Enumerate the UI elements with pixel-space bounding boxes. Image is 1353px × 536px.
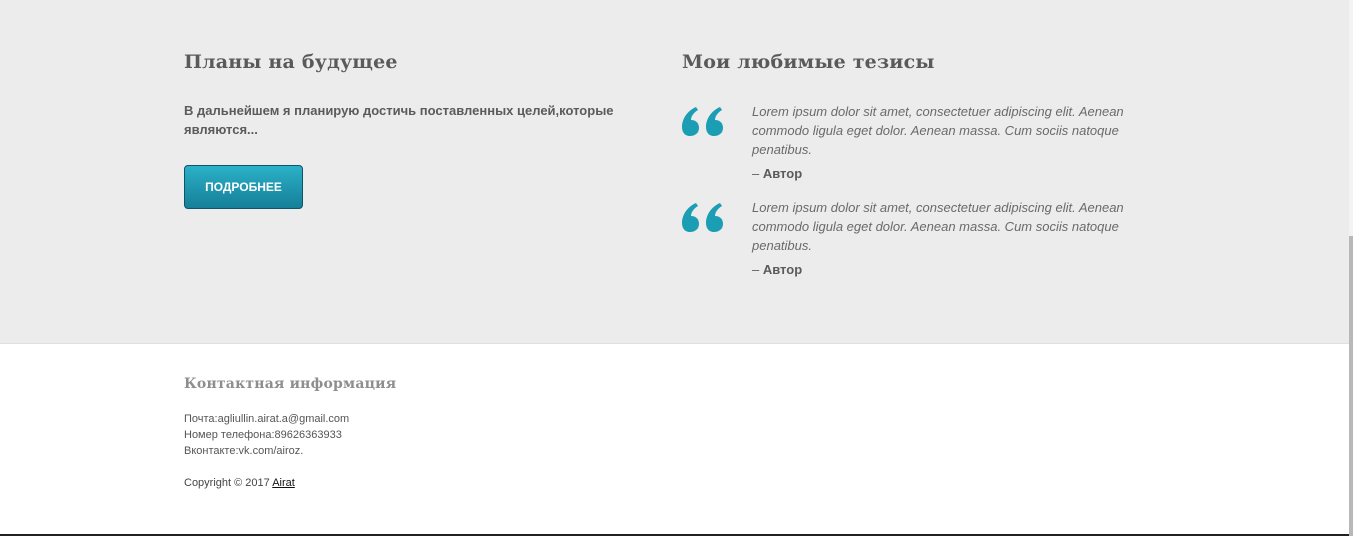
contact-vk: Вконтакте:vk.com/airoz. (184, 445, 304, 457)
more-button[interactable]: ПОДРОБНЕЕ (184, 165, 303, 209)
author-prefix: – (752, 166, 763, 181)
quote-icon (682, 107, 723, 136)
author-name: Автор (762, 262, 803, 277)
copyright-link[interactable]: Airat (272, 477, 295, 489)
contact-heading: Контактная информация (184, 376, 397, 392)
author-prefix: – (752, 262, 763, 277)
contact-phone: Номер телефона:89626363933 (184, 429, 342, 441)
quote-text: Lorem ipsum dolor sit amet, consectetuer… (752, 200, 1124, 253)
author-name: Автор (762, 166, 803, 181)
quote-author: – Автор (752, 260, 1142, 279)
quote-icon (682, 203, 723, 232)
quote-text: Lorem ipsum dolor sit amet, consectetuer… (752, 104, 1124, 157)
copyright: Copyright © 2017 Airat (184, 475, 295, 491)
scrollbar-thumb[interactable] (1349, 236, 1353, 536)
theses-heading: Мои любимые тезисы (682, 51, 935, 73)
plans-text: В дальнейшем я планирую достичь поставле… (184, 103, 614, 137)
copyright-text: Copyright © 2017 (184, 477, 273, 489)
quote-author: – Автор (752, 164, 1142, 183)
top-section: Планы на будущее В дальнейшем я планирую… (0, 0, 1349, 344)
plans-heading: Планы на будущее (184, 51, 398, 73)
contact-email: Почта:agliullin.airat.a@gmail.com (184, 413, 350, 425)
contact-list: Почта:agliullin.airat.a@gmail.com Номер … (184, 411, 349, 459)
